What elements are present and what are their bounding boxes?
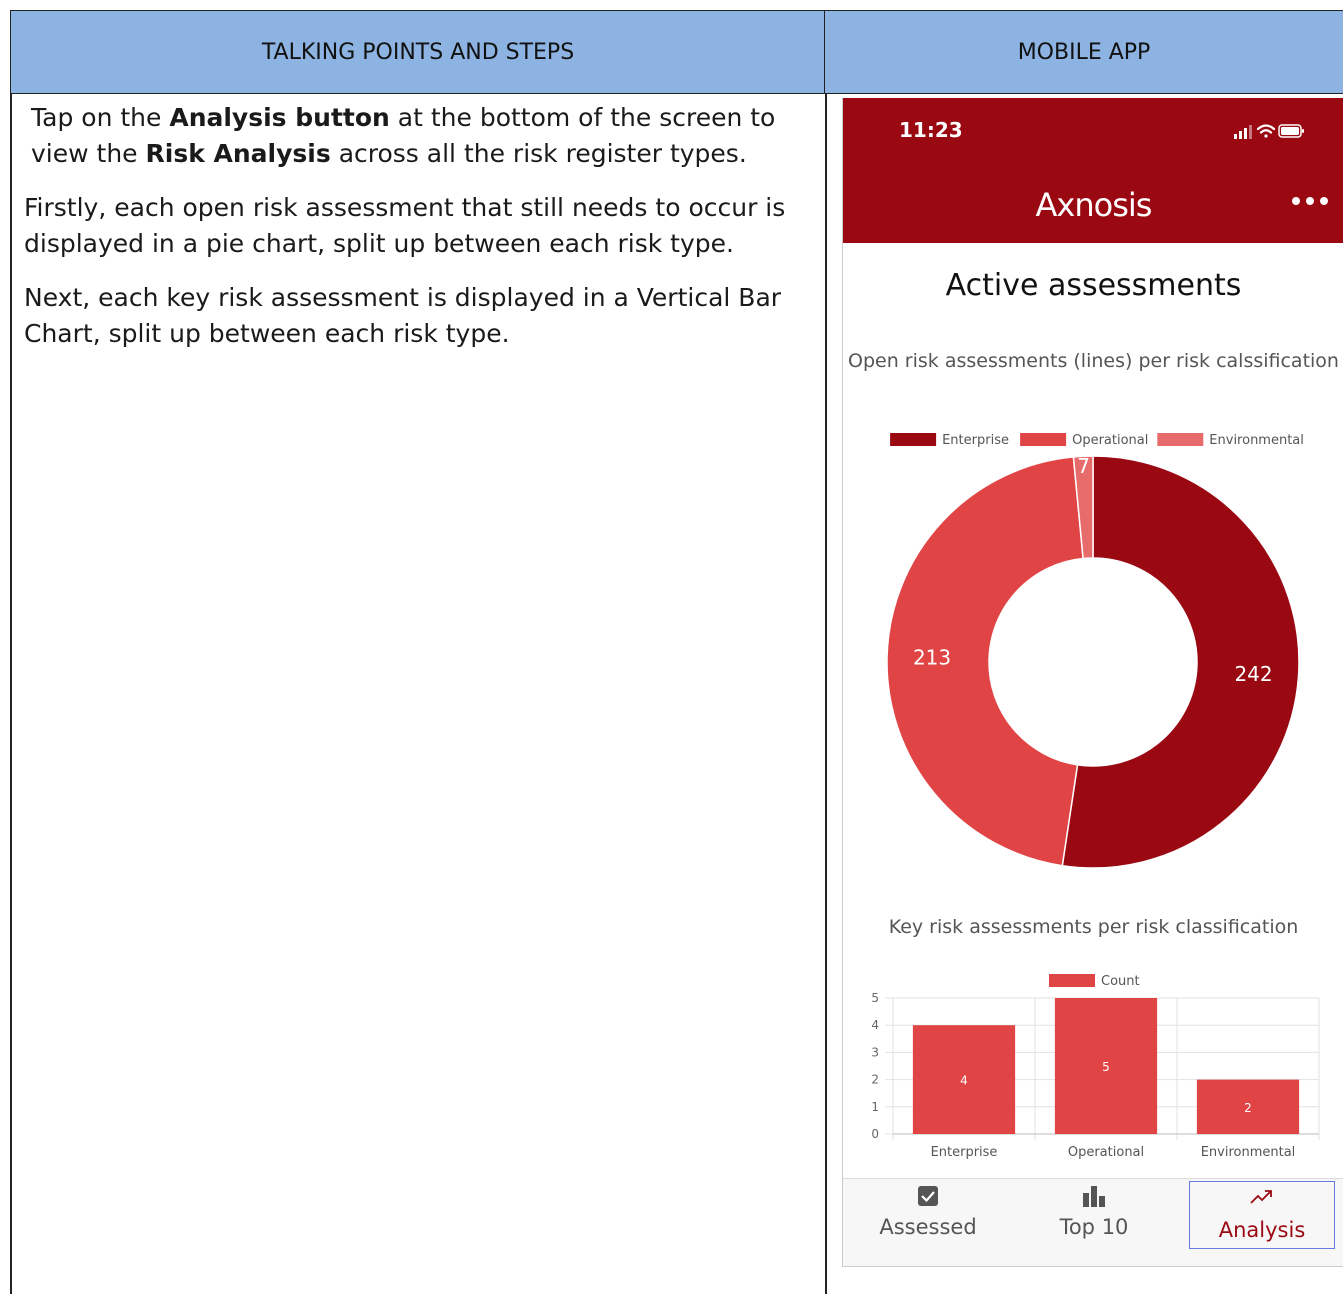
bar-legend-swatch <box>1049 974 1095 987</box>
screen-title: Active assessments <box>945 268 1242 303</box>
bar-legend-label: Count <box>1101 974 1140 989</box>
talking-points: Tap on the Analysis button at the bottom… <box>24 100 814 370</box>
tab-analysis[interactable]: Analysis <box>1189 1181 1335 1249</box>
bar-y-tick-label: 5 <box>871 991 879 1005</box>
pie-chart: Enterprise Operational Environmental 242 213… <box>886 433 1304 869</box>
tab-top-10-label: Top 10 <box>1059 1215 1129 1239</box>
left-column-header: TALKING POINTS AND STEPS <box>10 10 826 94</box>
bar-value-label-enterprise: 4 <box>960 1074 968 1088</box>
status-icons <box>1234 124 1304 139</box>
pie-legend-label-enterprise: Enterprise <box>942 433 1009 448</box>
pie-legend-swatch-environmental <box>1157 433 1204 446</box>
step-1-bold-risk-analysis: Risk Analysis <box>145 139 331 168</box>
pie-legend-label-environmental: Environmental <box>1209 433 1304 448</box>
document-sheet: TALKING POINTS AND STEPS MOBILE APP Tap … <box>0 0 1343 1294</box>
step-paragraph-3: Next, each key risk assessment is displa… <box>24 283 782 348</box>
app-header: 11:23 Axnosis <box>843 98 1343 243</box>
pie-data-label-enterprise: 242 <box>1234 662 1272 686</box>
tab-assessed[interactable]: Assessed <box>855 1179 1001 1249</box>
trend-up-icon <box>1250 1190 1272 1204</box>
bar-x-tick-label-enterprise: Enterprise <box>931 1145 998 1160</box>
bar-x-tick-label-environmental: Environmental <box>1201 1145 1296 1160</box>
bar-y-tick-label: 1 <box>871 1100 879 1114</box>
pie-chart-title: Open risk assessments (lines) per risk c… <box>848 350 1339 372</box>
status-time: 11:23 <box>899 118 963 142</box>
left-header-text: TALKING POINTS AND STEPS <box>261 39 575 65</box>
wifi-icon <box>1256 124 1276 138</box>
tab-top-10[interactable]: Top 10 <box>1021 1179 1167 1249</box>
signal-icon <box>1234 125 1252 139</box>
bottom-tab-bar: Assessed Top 10 Analysis <box>843 1178 1343 1266</box>
pie-legend-label-operational: Operational <box>1072 433 1148 448</box>
pie-data-label-operational: 213 <box>913 646 951 670</box>
column-divider <box>825 94 827 1294</box>
bar-x-tick-label-operational: Operational <box>1068 1145 1144 1160</box>
bar-value-label-operational: 5 <box>1102 1060 1110 1074</box>
left-border <box>10 94 12 1294</box>
bar-chart: Count 0 1 2 3 4 5 4 Enterprise 5 Operational 2 Envir… <box>871 974 1320 1160</box>
right-column-header: MOBILE APP <box>824 10 1343 94</box>
bar-y-tick-label: 0 <box>871 1127 879 1141</box>
bar-y-tick-label: 4 <box>871 1018 879 1032</box>
right-header-text: MOBILE APP <box>1017 39 1151 65</box>
bar-chart-title: Key risk assessments per risk classifica… <box>888 916 1299 938</box>
pie-legend-swatch-enterprise <box>890 433 937 446</box>
checkbox-icon <box>918 1186 938 1206</box>
bar-y-tick-label: 3 <box>871 1045 879 1059</box>
phone-screen: 11:23 Axnosis Active assessments Open ri… <box>842 98 1343 1267</box>
app-logo: Axnosis <box>1035 186 1153 224</box>
bar-value-label-environmental: 2 <box>1244 1101 1252 1115</box>
bar-chart-icon <box>1083 1186 1105 1207</box>
bar-y-tick-label: 2 <box>871 1073 879 1087</box>
more-options-icon[interactable] <box>1290 194 1330 208</box>
step-paragraph-2: Firstly, each open risk assessment that … <box>24 193 786 258</box>
pie-legend-swatch-operational <box>1020 433 1067 446</box>
step-1-text-a: Tap on the <box>31 103 170 132</box>
pie-data-label-environmental: 7 <box>1077 454 1090 478</box>
tab-analysis-label: Analysis <box>1218 1218 1306 1242</box>
tab-assessed-label: Assessed <box>879 1215 977 1239</box>
step-1-text-c: across all the risk register types. <box>330 139 747 168</box>
battery-icon <box>1278 124 1304 138</box>
step-1-bold-analysis: Analysis button <box>169 103 390 132</box>
step-paragraph-1: Tap on the Analysis button at the bottom… <box>24 100 814 172</box>
